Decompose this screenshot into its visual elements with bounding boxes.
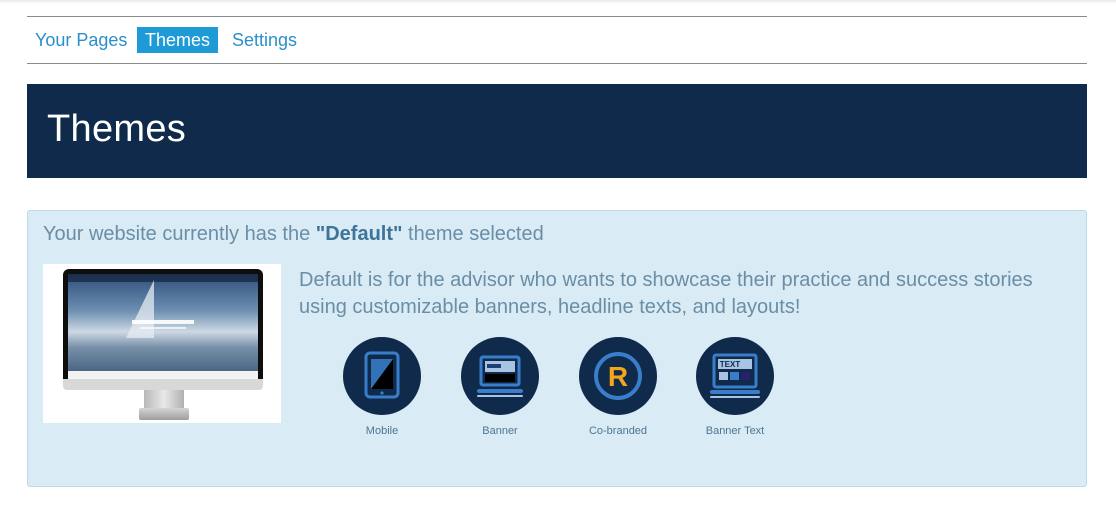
preview-headline: [132, 320, 194, 324]
icon-text-word: TEXT: [720, 360, 741, 369]
banner-text-laptop-icon: TEXT: [696, 337, 774, 415]
page-title: Themes: [47, 108, 187, 150]
theme-description: Default is for the advisor who wants to …: [299, 269, 1033, 318]
monitor-frame: [63, 269, 263, 390]
monitor-stand: [144, 390, 184, 410]
top-shadow: [0, 0, 1116, 4]
theme-preview-image: [43, 264, 281, 423]
feature-mobile: Mobile: [327, 337, 437, 437]
tab-your-pages[interactable]: Your Pages: [27, 27, 135, 53]
registered-r-icon: R: [579, 337, 657, 415]
page-header: Themes: [27, 84, 1087, 178]
feature-label: Mobile: [365, 425, 399, 437]
banner-laptop-icon: [461, 337, 539, 415]
feature-label: Co-branded: [588, 425, 648, 437]
feature-banner: Banner: [445, 337, 555, 437]
tablet-icon: [343, 337, 421, 415]
feature-banner-text: TEXT Banner Text: [680, 337, 790, 437]
feature-label: Banner Text: [705, 425, 765, 437]
status-suffix: theme selected: [402, 223, 544, 245]
status-prefix: Your website currently has the: [43, 223, 316, 245]
preview-nav-bar: [68, 274, 258, 282]
preview-subheadline: [140, 327, 186, 329]
tab-settings[interactable]: Settings: [224, 27, 305, 53]
theme-info-panel: Your website currently has the "Default"…: [27, 210, 1087, 487]
tab-themes[interactable]: Themes: [137, 27, 219, 53]
current-theme-status: Your website currently has the "Default"…: [43, 223, 544, 246]
sailboat-sail: [126, 280, 154, 338]
feature-label: Banner: [482, 425, 518, 437]
preview-footer-bar: [68, 371, 258, 379]
monitor-base: [139, 408, 189, 420]
feature-co-branded: R Co-branded: [563, 337, 673, 437]
preview-screen: [68, 274, 258, 379]
current-theme-name: "Default": [315, 223, 403, 245]
nav-tabs: Your Pages Themes Settings: [27, 16, 1087, 64]
r-letter: R: [608, 361, 628, 392]
monitor-chin: [63, 379, 263, 390]
